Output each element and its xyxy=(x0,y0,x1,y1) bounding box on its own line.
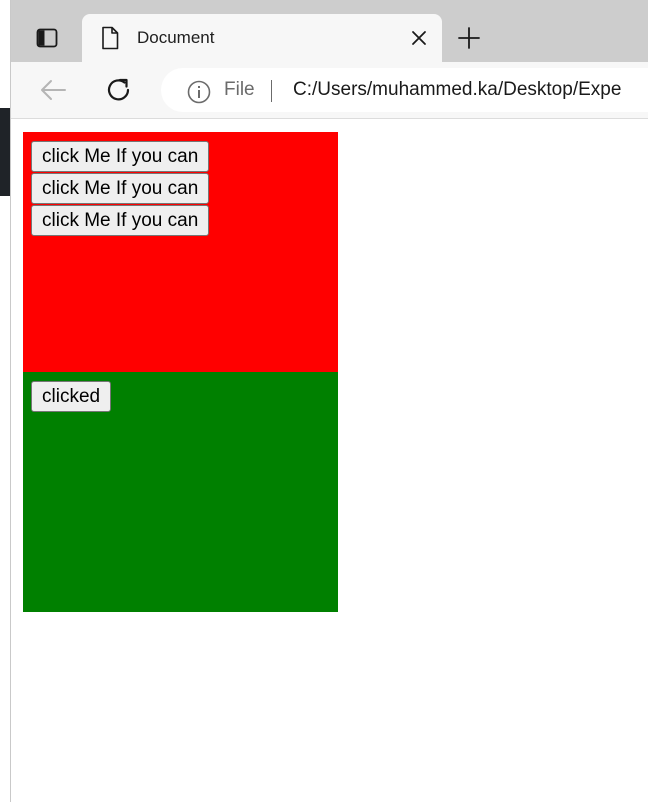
red-box: click Me If you can click Me If you can … xyxy=(23,132,338,372)
address-scheme: File xyxy=(224,79,255,100)
tab-strip: Document xyxy=(11,0,648,62)
back-button[interactable] xyxy=(37,74,69,106)
address-divider xyxy=(271,80,272,102)
reload-icon xyxy=(107,78,130,101)
new-tab-button[interactable] xyxy=(455,24,483,52)
page-icon xyxy=(102,26,119,50)
clicked-button[interactable]: clicked xyxy=(31,381,112,412)
close-tab-button[interactable] xyxy=(408,27,430,49)
reload-button[interactable] xyxy=(103,74,135,106)
page-content: click Me If you can click Me If you can … xyxy=(11,119,648,802)
plus-icon xyxy=(458,27,480,49)
address-url[interactable]: C:/Users/muhammed.ka/Desktop/Expe xyxy=(293,79,621,101)
click-me-button-2[interactable]: click Me If you can xyxy=(31,173,210,204)
close-icon xyxy=(412,31,426,45)
green-box: clicked xyxy=(23,372,338,612)
background-window-strip xyxy=(0,108,10,196)
browser-window: Document File C:/Users/muhammed.ka/Deskt… xyxy=(0,0,648,802)
tab-title: Document xyxy=(137,28,215,47)
info-icon[interactable] xyxy=(187,80,211,104)
address-bar[interactable]: File C:/Users/muhammed.ka/Desktop/Expe xyxy=(161,68,648,112)
click-me-button-3[interactable]: click Me If you can xyxy=(31,205,210,236)
navigation-toolbar: File C:/Users/muhammed.ka/Desktop/Expe xyxy=(11,62,648,119)
tab-actions-icon xyxy=(36,28,58,48)
window-left-edge xyxy=(0,0,11,802)
back-arrow-icon xyxy=(41,80,66,100)
click-me-button-1[interactable]: click Me If you can xyxy=(31,141,210,172)
tab-actions-button[interactable] xyxy=(25,20,69,56)
tab-document[interactable]: Document xyxy=(82,14,442,62)
